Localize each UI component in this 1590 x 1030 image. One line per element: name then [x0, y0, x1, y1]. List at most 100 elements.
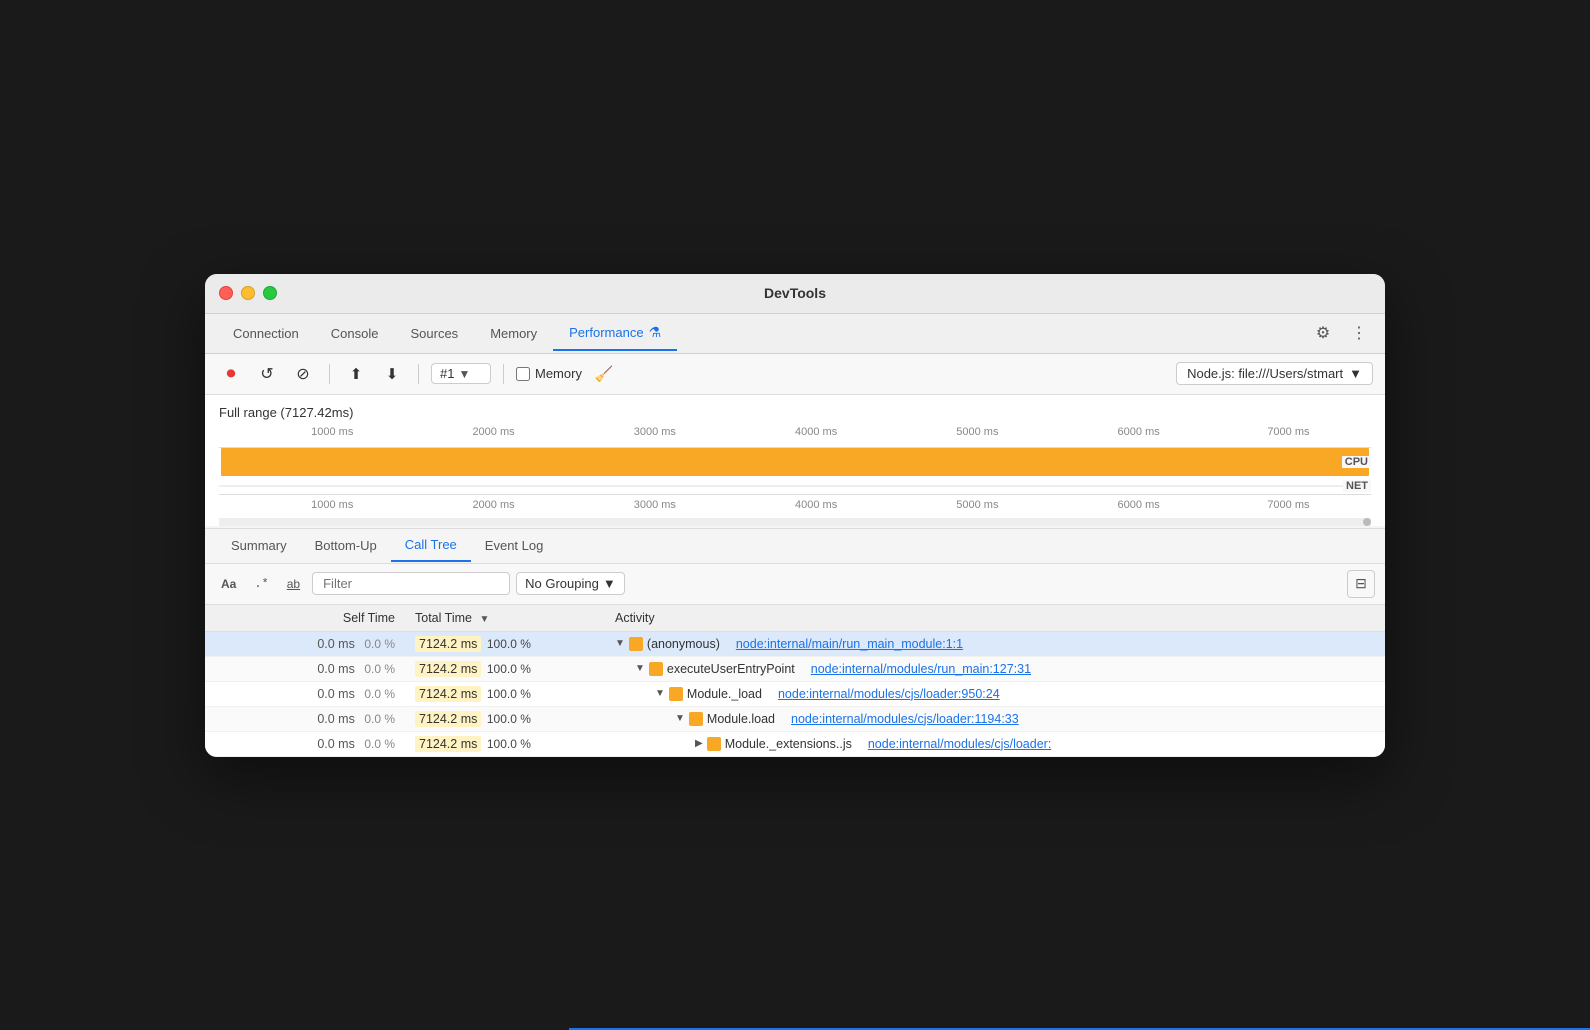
- full-range-label: Full range (7127.42ms): [219, 405, 1371, 420]
- filter-input[interactable]: [312, 572, 510, 595]
- grouping-dropdown-arrow[interactable]: ▼: [603, 576, 616, 591]
- scrollbar-thumb[interactable]: [1363, 518, 1371, 526]
- total-time-header[interactable]: Total Time ▼: [405, 605, 605, 632]
- table-header-row: Self Time Total Time ▼ Activity: [205, 605, 1385, 632]
- clear-button[interactable]: ⊘: [289, 360, 317, 388]
- func-icon-0: [629, 637, 643, 651]
- cpu-bar[interactable]: [221, 448, 1369, 476]
- target-label: Node.js: file:///Users/stmart: [1187, 366, 1343, 381]
- tab-call-tree[interactable]: Call Tree: [391, 529, 471, 562]
- btick-2000ms: 2000 ms: [472, 499, 514, 511]
- tab-sources[interactable]: Sources: [394, 318, 474, 349]
- activity-cell: ▶ Module._extensions..js node:internal/m…: [605, 731, 1385, 756]
- func-link-2[interactable]: node:internal/modules/cjs/loader:950:24: [778, 687, 1000, 701]
- table-row[interactable]: 0.0 ms 0.0 % 7124.2 ms 100.0 % ▼ Module.…: [205, 706, 1385, 731]
- collapse-icon-1[interactable]: ▼: [635, 663, 645, 674]
- aa-filter-button[interactable]: Aa: [215, 574, 242, 594]
- tab-connection[interactable]: Connection: [217, 318, 315, 349]
- grouping-selector[interactable]: No Grouping ▼: [516, 572, 625, 595]
- total-time-cell: 7124.2 ms 100.0 %: [405, 731, 605, 756]
- collapse-icon-0[interactable]: ▼: [615, 638, 625, 649]
- maximize-button[interactable]: [263, 286, 277, 300]
- grouping-label: No Grouping: [525, 576, 599, 591]
- tick-4000ms: 4000 ms: [795, 426, 837, 438]
- recording-selector[interactable]: #1 ▼: [431, 363, 491, 384]
- tab-bottom-up[interactable]: Bottom-Up: [301, 530, 391, 561]
- func-link-1[interactable]: node:internal/modules/run_main:127:31: [811, 662, 1031, 676]
- traffic-lights: [219, 286, 277, 300]
- tab-summary[interactable]: Summary: [217, 530, 301, 561]
- func-name-0: (anonymous): [647, 637, 720, 651]
- tab-performance[interactable]: Performance ⚗: [553, 316, 677, 351]
- total-time-cell: 7124.2 ms 100.0 %: [405, 706, 605, 731]
- func-name-2: Module._load: [687, 687, 762, 701]
- tick-1000ms: 1000 ms: [311, 426, 353, 438]
- case-filter-button[interactable]: ab: [281, 574, 306, 594]
- func-name-4: Module._extensions..js: [725, 737, 852, 751]
- tab-event-log[interactable]: Event Log: [471, 530, 558, 561]
- target-dropdown-arrow[interactable]: ▼: [1349, 366, 1362, 381]
- func-link-3[interactable]: node:internal/modules/cjs/loader:1194:33: [791, 712, 1019, 726]
- flask-icon: ⚗: [649, 324, 662, 341]
- regex-filter-button[interactable]: .*: [248, 574, 274, 594]
- divider-3: [503, 364, 504, 384]
- sidebar-toggle-button[interactable]: ⊟: [1347, 570, 1375, 598]
- tabs-list: Connection Console Sources Memory Perfor…: [217, 316, 1309, 351]
- table-row[interactable]: 0.0 ms 0.0 % 7124.2 ms 100.0 % ▼ (anonym…: [205, 631, 1385, 656]
- net-label: NET: [1343, 480, 1371, 492]
- table-row[interactable]: 0.0 ms 0.0 % 7124.2 ms 100.0 % ▼ Module.…: [205, 681, 1385, 706]
- window-title: DevTools: [764, 285, 826, 301]
- table-row[interactable]: 0.0 ms 0.0 % 7124.2 ms 100.0 % ▶ Module.…: [205, 731, 1385, 756]
- devtools-window: DevTools Connection Console Sources Memo…: [205, 274, 1385, 757]
- tick-7000ms: 7000 ms: [1267, 426, 1309, 438]
- table-row[interactable]: 0.0 ms 0.0 % 7124.2 ms 100.0 % ▼ execute…: [205, 656, 1385, 681]
- tabs-bar: Connection Console Sources Memory Perfor…: [205, 314, 1385, 354]
- func-link-4[interactable]: node:internal/modules/cjs/loader:: [868, 737, 1051, 751]
- recording-number-label: #1: [440, 366, 454, 381]
- memory-checkbox[interactable]: [516, 367, 530, 381]
- sort-icon: ▼: [479, 614, 489, 625]
- func-icon-2: [669, 687, 683, 701]
- cpu-bar-container: CPU: [219, 448, 1371, 476]
- minimize-button[interactable]: [241, 286, 255, 300]
- upload-button[interactable]: ⬆: [342, 360, 370, 388]
- download-button[interactable]: ⬇: [378, 360, 406, 388]
- tab-memory[interactable]: Memory: [474, 318, 553, 349]
- close-button[interactable]: [219, 286, 233, 300]
- tick-3000ms: 3000 ms: [634, 426, 676, 438]
- titlebar: DevTools: [205, 274, 1385, 314]
- collapse-icon-3[interactable]: ▼: [675, 713, 685, 724]
- memory-label: Memory: [535, 366, 582, 381]
- activity-cell: ▼ Module.load node:internal/modules/cjs/…: [605, 706, 1385, 731]
- target-selector[interactable]: Node.js: file:///Users/stmart ▼: [1176, 362, 1373, 385]
- collapse-icon-4[interactable]: ▶: [695, 738, 703, 749]
- recording-dropdown-arrow[interactable]: ▼: [458, 367, 470, 381]
- reload-button[interactable]: ↺: [253, 360, 281, 388]
- cpu-label: CPU: [1342, 456, 1371, 468]
- top-ruler: 1000 ms 2000 ms 3000 ms 4000 ms 5000 ms …: [219, 426, 1371, 448]
- tabs-actions: ⚙ ⋮: [1309, 319, 1373, 347]
- tick-5000ms: 5000 ms: [956, 426, 998, 438]
- divider-1: [329, 364, 330, 384]
- memory-checkbox-container: Memory: [516, 366, 582, 381]
- more-options-button[interactable]: ⋮: [1345, 319, 1373, 347]
- tick-6000ms: 6000 ms: [1118, 426, 1160, 438]
- total-time-cell: 7124.2 ms 100.0 %: [405, 681, 605, 706]
- btick-5000ms: 5000 ms: [956, 499, 998, 511]
- timeline-scrollbar[interactable]: [219, 518, 1371, 526]
- self-time-cell: 0.0 ms 0.0 %: [205, 631, 405, 656]
- self-time-cell: 0.0 ms 0.0 %: [205, 731, 405, 756]
- net-row: NET: [219, 478, 1371, 494]
- clean-icon[interactable]: 🧹: [590, 360, 618, 388]
- func-icon-3: [689, 712, 703, 726]
- btick-4000ms: 4000 ms: [795, 499, 837, 511]
- collapse-icon-2[interactable]: ▼: [655, 688, 665, 699]
- record-button[interactable]: ⏺: [217, 360, 245, 388]
- activity-cell: ▼ Module._load node:internal/modules/cjs…: [605, 681, 1385, 706]
- self-time-header: Self Time: [205, 605, 405, 632]
- bottom-tabs: Summary Bottom-Up Call Tree Event Log: [205, 528, 1385, 564]
- settings-button[interactable]: ⚙: [1309, 319, 1337, 347]
- func-link-0[interactable]: node:internal/main/run_main_module:1:1: [736, 637, 963, 651]
- func-name-1: executeUserEntryPoint: [667, 662, 795, 676]
- tab-console[interactable]: Console: [315, 318, 395, 349]
